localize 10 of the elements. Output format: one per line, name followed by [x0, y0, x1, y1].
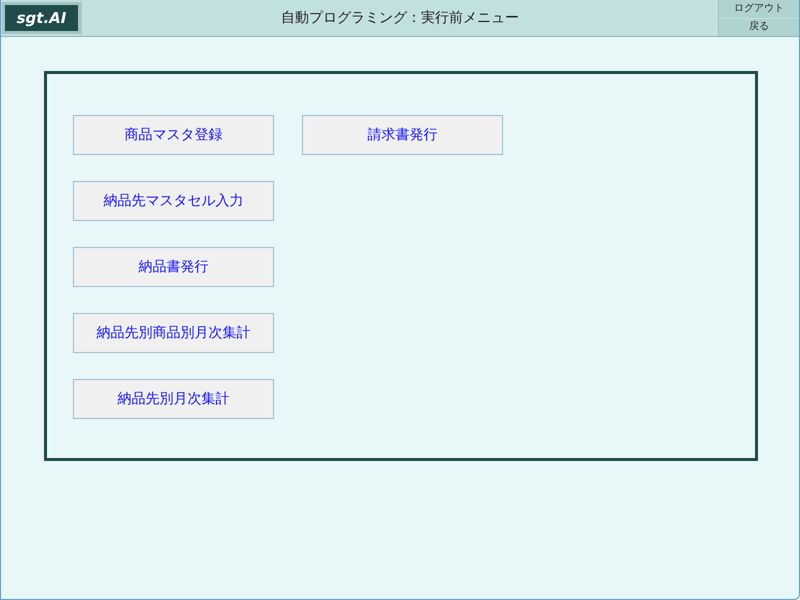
menu-button[interactable]: 商品マスタ登録: [73, 115, 274, 155]
menu-button[interactable]: 納品先マスタセル入力: [73, 181, 274, 221]
page-title: 自動プログラミング：実行前メニュー: [281, 9, 519, 27]
menu-button[interactable]: 納品先別商品別月次集計: [73, 313, 274, 353]
header-button[interactable]: ログアウト: [719, 0, 799, 18]
logo: sgt.AI: [2, 2, 81, 34]
menu-button[interactable]: 納品書発行: [73, 247, 274, 287]
menu-button[interactable]: 納品先別月次集計: [73, 379, 274, 419]
menu-button[interactable]: 請求書発行: [302, 115, 503, 155]
header-button[interactable]: 戻る: [719, 18, 799, 36]
